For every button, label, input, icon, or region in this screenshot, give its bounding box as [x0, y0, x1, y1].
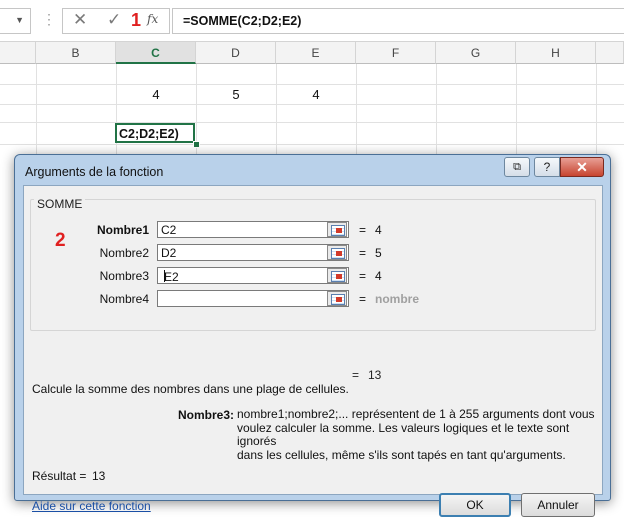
collapse-dialog-button[interactable]: ⧉ — [504, 157, 530, 177]
chevron-down-icon[interactable]: ▼ — [15, 15, 24, 25]
result-value: 13 — [92, 469, 106, 483]
grid-col-line — [356, 64, 357, 160]
insert-function-icon[interactable]: fx — [147, 12, 158, 26]
help-button[interactable]: ? — [534, 157, 560, 177]
equals-sign: = — [359, 292, 367, 306]
range-select-icon[interactable] — [327, 291, 347, 306]
arg-input-nombre1[interactable]: C2 — [157, 221, 349, 238]
formula-input[interactable]: =SOMME(C2;D2;E2) — [172, 8, 624, 34]
arg-input-nombre4[interactable] — [157, 290, 349, 307]
arg-help-line: nombre1;nombre2;... représentent de 1 à … — [237, 407, 595, 421]
arg-value-text: E2 — [164, 270, 179, 284]
arg-label-nombre2: Nombre2 — [99, 246, 149, 260]
column-header-f[interactable]: F — [356, 42, 436, 64]
range-select-icon[interactable] — [327, 222, 347, 237]
arguments-group: SOMME 2 Nombre1 C2 = 4 Nombre2 D2 = 5 No… — [30, 197, 596, 331]
function-name: SOMME — [34, 197, 86, 211]
annotation-1: 1 — [131, 10, 142, 30]
grid-col-line — [276, 64, 277, 160]
arg-result-nombre2: 5 — [375, 246, 382, 260]
column-header-b[interactable]: B — [36, 42, 116, 64]
cell-e2[interactable]: 4 — [296, 87, 336, 102]
grid-col-line — [516, 64, 517, 160]
name-box[interactable]: ▼ — [0, 8, 31, 34]
grid-col-line — [36, 64, 37, 160]
arg-help-line: dans les cellules, même s'ils sont tapés… — [237, 447, 566, 462]
total-value: 13 — [368, 368, 382, 382]
arg-label-nombre4: Nombre4 — [99, 292, 149, 306]
column-header-e[interactable]: E — [276, 42, 356, 64]
function-description: Calcule la somme des nombres dans une pl… — [32, 382, 349, 396]
active-cell[interactable]: C2;D2;E2) — [115, 123, 195, 143]
active-cell-text: C2;D2;E2) — [119, 127, 179, 141]
dialog-title: Arguments de la fonction — [25, 165, 164, 179]
formula-text: =SOMME(C2;D2;E2) — [183, 14, 302, 28]
dialog-titlebar[interactable]: Arguments de la fonction ⧉ ? ✕ — [15, 155, 610, 185]
formula-bar: ▼ ⋮ ✕ ✓ 1 fx =SOMME(C2;D2;E2) — [0, 0, 624, 42]
equals-sign: = — [359, 269, 367, 283]
equals-sign: = — [359, 246, 367, 260]
grid-row-line — [0, 122, 624, 123]
arg-help-label: Nombre3: — [178, 408, 235, 422]
grid-row-line — [0, 104, 624, 105]
column-header-i[interactable] — [596, 42, 624, 64]
cancel-button[interactable]: Annuler — [521, 493, 595, 517]
ok-button[interactable]: OK — [439, 493, 511, 517]
cell-c2[interactable]: 4 — [136, 87, 176, 102]
arg-value: D2 — [161, 246, 177, 260]
text-cursor — [164, 270, 165, 282]
confirm-entry-icon[interactable]: ✓ — [107, 10, 121, 30]
arg-input-nombre2[interactable]: D2 — [157, 244, 349, 261]
annotation-2: 2 — [55, 230, 66, 251]
total-equals: = — [352, 368, 360, 382]
close-button[interactable]: ✕ — [560, 157, 604, 177]
column-header-h[interactable]: H — [516, 42, 596, 64]
column-header-g[interactable]: G — [436, 42, 516, 64]
function-arguments-dialog: Arguments de la fonction ⧉ ? ✕ SOMME 2 N… — [14, 154, 611, 517]
arg-result-nombre3: 4 — [375, 269, 382, 283]
range-select-icon[interactable] — [327, 268, 347, 283]
arg-result-nombre1: 4 — [375, 223, 382, 237]
result-label: Résultat = — [32, 469, 87, 483]
column-header-c[interactable]: C — [116, 42, 196, 64]
column-header-d[interactable]: D — [196, 42, 276, 64]
fill-handle[interactable] — [193, 141, 200, 148]
arg-result-nombre4: nombre — [375, 292, 420, 306]
cell-d2[interactable]: 5 — [216, 87, 256, 102]
formula-bar-grip[interactable]: ⋮ — [42, 11, 56, 28]
arg-value: C2 — [161, 223, 177, 237]
column-header-a[interactable] — [0, 42, 36, 64]
grid-col-line — [116, 64, 117, 160]
grid-row-line — [0, 84, 624, 85]
equals-sign: = — [359, 223, 367, 237]
arg-help-line: voulez calculer la somme. Les valeurs lo… — [237, 420, 570, 448]
grid-col-line — [436, 64, 437, 160]
arg-help-text: nombre1;nombre2;... représentent de 1 à … — [237, 407, 597, 462]
cancel-entry-icon[interactable]: ✕ — [73, 10, 87, 30]
arg-label-nombre3: Nombre3 — [99, 269, 149, 283]
grid-row-line — [0, 144, 624, 145]
formula-buttons: ✕ ✓ 1 fx — [62, 8, 170, 34]
arg-label-nombre1: Nombre1 — [96, 223, 149, 237]
arg-input-nombre3[interactable]: E2 — [157, 267, 349, 284]
grid-col-line — [596, 64, 597, 160]
range-select-icon[interactable] — [327, 245, 347, 260]
dialog-body: SOMME 2 Nombre1 C2 = 4 Nombre2 D2 = 5 No… — [23, 185, 603, 517]
